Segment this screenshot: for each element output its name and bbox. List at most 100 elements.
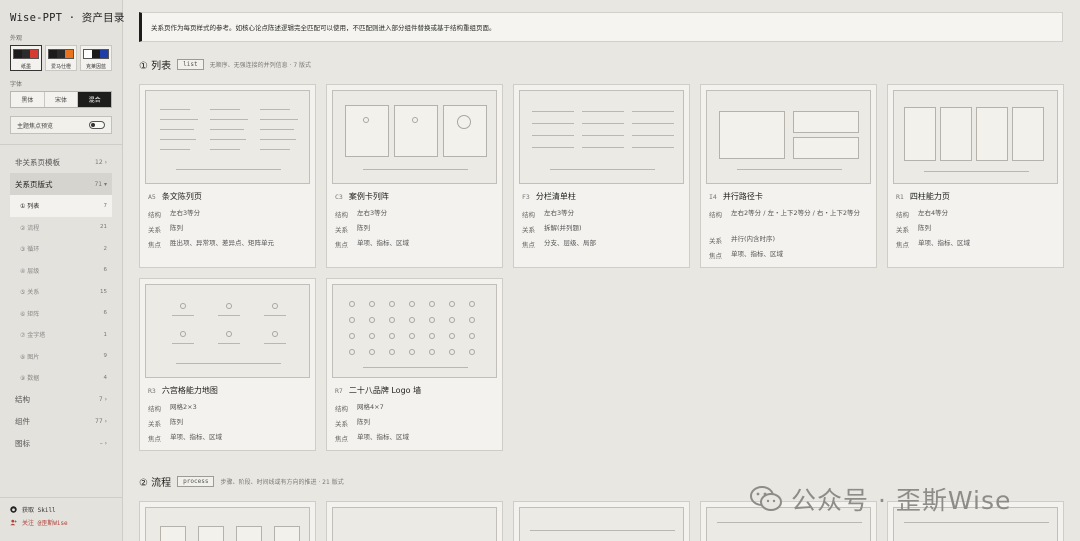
nav-item-structure[interactable]: 结构 7 › bbox=[10, 389, 112, 411]
layout-card-process-2[interactable] bbox=[326, 501, 503, 541]
skin-option-paper-ink[interactable]: 纸墨 bbox=[10, 45, 42, 71]
layout-card-c3[interactable]: C3 案例卡列阵 结构 左右3等分 关系 陈列 焦点 单项、指标、区域 bbox=[326, 84, 503, 268]
layout-card-process-1[interactable] bbox=[139, 501, 316, 541]
layout-card-process-3[interactable] bbox=[513, 501, 690, 541]
sidebar-nav: 非关系页模板 12 › 关系页版式 71 ▾ ① 列表 7 ② 流程 21 ③ 循环… bbox=[10, 151, 112, 455]
card-meta-structure: 结构 左右2等分 / 左・上下2等分 / 右・上下2等分 bbox=[709, 209, 861, 219]
sub-item-list[interactable]: ① 列表 7 bbox=[10, 195, 112, 217]
app-title: Wise-PPT · 资产目录 bbox=[10, 12, 125, 24]
sub-count: 2 bbox=[103, 245, 108, 252]
card-code: C3 bbox=[335, 193, 343, 201]
sub-item-process[interactable]: ② 流程 21 bbox=[10, 217, 112, 239]
card-thumbnail bbox=[893, 90, 1058, 184]
skin-name: 爱马仕橙 bbox=[50, 64, 71, 70]
focus-preview-label: 主题焦点预览 bbox=[17, 122, 54, 130]
skin-swatches bbox=[48, 49, 74, 59]
layout-card-f3[interactable]: F3 分栏清单柱 结构 左右3等分 关系 拆解(并列题) 焦点 分支、层级、局部 bbox=[513, 84, 690, 268]
card-code: I4 bbox=[709, 193, 717, 201]
sub-item-pyramid[interactable]: ⑦ 金字塔 1 bbox=[10, 324, 112, 346]
nav-item-relation-layouts[interactable]: 关系页版式 71 ▾ bbox=[10, 173, 112, 195]
card-thumbnail bbox=[145, 90, 310, 184]
sub-label: ⑧ 图片 bbox=[20, 353, 40, 361]
sub-count: 15 bbox=[100, 288, 107, 295]
sub-item-picture[interactable]: ⑧ 图片 9 bbox=[10, 346, 112, 368]
card-thumbnail bbox=[332, 284, 497, 378]
font-section-label: 字体 bbox=[10, 81, 23, 88]
card-meta-relation: 关系 陈列 bbox=[335, 418, 370, 428]
font-option-song[interactable]: 宋体 bbox=[44, 92, 79, 107]
card-thumbnail bbox=[706, 90, 871, 184]
section-title: ② 流程 bbox=[139, 478, 172, 489]
sub-count: 4 bbox=[103, 374, 108, 381]
skin-swatches bbox=[83, 49, 109, 59]
skin-name: 纸墨 bbox=[20, 64, 31, 70]
user-plus-icon bbox=[10, 519, 17, 526]
wechat-icon bbox=[750, 486, 782, 511]
skin-name: 克莱因蓝 bbox=[85, 64, 106, 70]
card-name: 六宫格能力地图 bbox=[161, 386, 218, 395]
card-meta-focus: 焦点 分支、层级、局部 bbox=[522, 239, 596, 249]
section-desc: 步骤、阶段、时间线或有方向的推进 · 21 版式 bbox=[220, 479, 344, 486]
card-name: 并行路径卡 bbox=[722, 192, 763, 201]
focus-preview-row[interactable]: 主题焦点预览 bbox=[10, 116, 112, 134]
main-content: 关系页作为每页样式的参考。如核心论点陈述逻辑完全匹配可以使用，不匹配则进入部分组… bbox=[124, 0, 1080, 541]
card-title: R7 二十八品牌 Logo 墙 bbox=[335, 385, 421, 396]
watermark-text: 公众号 · 歪斯Wise bbox=[791, 486, 1012, 515]
layout-card-a5[interactable]: A5 条文陈列页 结构 左右3等分 关系 陈列 焦点 胜出项、异常项、差异点、矩阵单元 bbox=[139, 84, 316, 268]
card-name: 四柱能力页 bbox=[909, 192, 950, 201]
section-process-header: ② 流程 process 步骤、阶段、时间线或有方向的推进 · 21 版式 bbox=[139, 474, 344, 489]
sub-label: ③ 循环 bbox=[20, 246, 40, 254]
layout-card-r1[interactable]: R1 四柱能力页 结构 左右4等分 关系 陈列 焦点 单项、指标、区域 bbox=[887, 84, 1064, 268]
card-meta-relation: 关系 陈列 bbox=[148, 224, 183, 234]
card-meta-focus: 焦点 单项、指标、区域 bbox=[335, 239, 409, 249]
github-icon bbox=[10, 506, 17, 513]
font-option-hei[interactable]: 黑体 bbox=[11, 92, 45, 107]
sidebar: Wise-PPT · 资产目录 外观 纸墨 爱马仕橙 克莱因蓝 字体 黑体 宋体… bbox=[0, 0, 125, 541]
sub-label: ④ 层级 bbox=[20, 267, 40, 275]
card-thumbnail bbox=[145, 507, 310, 541]
card-code: R7 bbox=[335, 387, 343, 395]
sub-item-matrix[interactable]: ⑥ 矩阵 6 bbox=[10, 303, 112, 325]
focus-preview-toggle[interactable] bbox=[89, 121, 105, 129]
follow-link[interactable]: 关注 @歪斯Wise bbox=[10, 516, 113, 529]
sidebar-divider bbox=[0, 144, 122, 145]
skin-option-klein-blue[interactable]: 克莱因蓝 bbox=[80, 45, 112, 71]
sub-item-hierarchy[interactable]: ④ 层级 6 bbox=[10, 260, 112, 282]
section-title: ① 列表 bbox=[139, 61, 172, 72]
nav-item-non-relation-templates[interactable]: 非关系页模板 12 › bbox=[10, 151, 112, 173]
sub-item-cycle[interactable]: ③ 循环 2 bbox=[10, 238, 112, 260]
sub-label: ⑦ 金字塔 bbox=[20, 332, 46, 340]
layout-card-r3[interactable]: R3 六宫格能力地图 结构 网格2×3 关系 陈列 焦点 单项、指标、区域 bbox=[139, 278, 316, 451]
sub-item-data[interactable]: ⑨ 数据 4 bbox=[10, 367, 112, 389]
nav-label: 结构 bbox=[15, 395, 30, 404]
card-title: R1 四柱能力页 bbox=[896, 191, 950, 202]
card-meta-structure: 结构 左右4等分 bbox=[896, 209, 949, 219]
nav-item-components[interactable]: 组件 77 › bbox=[10, 411, 112, 433]
nav-item-icons[interactable]: 图标 – › bbox=[10, 433, 112, 455]
card-meta-structure: 结构 左右3等分 bbox=[335, 209, 388, 219]
section-desc: 无顺序、无强连接的并列信息 · 7 版式 bbox=[209, 62, 312, 69]
nav-label: 组件 bbox=[15, 417, 30, 426]
card-meta-structure: 结构 网格2×3 bbox=[148, 403, 197, 413]
get-skill-link[interactable]: 获取 Skill bbox=[10, 503, 113, 516]
card-thumbnail bbox=[519, 507, 684, 541]
layout-card-r7[interactable]: R7 二十八品牌 Logo 墙 结构 网格4×7 关系 陈列 焦点 单项、指标、区域 bbox=[326, 278, 503, 451]
sub-item-relation[interactable]: ⑤ 关系 15 bbox=[10, 281, 112, 303]
sub-count: 7 bbox=[103, 202, 108, 209]
layout-card-i4[interactable]: I4 并行路径卡 结构 左右2等分 / 左・上下2等分 / 右・上下2等分 关系并… bbox=[700, 84, 877, 268]
sub-label: ⑥ 矩阵 bbox=[20, 310, 40, 318]
font-option-mixed[interactable]: 混合 bbox=[78, 92, 112, 107]
skin-option-hermes-orange[interactable]: 爱马仕橙 bbox=[45, 45, 77, 71]
toggle-knob bbox=[91, 123, 95, 127]
sub-label: ① 列表 bbox=[20, 203, 40, 211]
nav-label: 关系页版式 bbox=[15, 179, 53, 189]
card-code: F3 bbox=[522, 193, 530, 201]
sub-label: ⑤ 关系 bbox=[20, 289, 40, 297]
sub-count: 21 bbox=[100, 224, 107, 231]
section-list-header: ① 列表 list 无顺序、无强连接的并列信息 · 7 版式 bbox=[139, 57, 311, 72]
card-thumbnail bbox=[332, 507, 497, 541]
sub-count: 6 bbox=[103, 267, 108, 274]
card-meta-structure: 结构 网格4×7 bbox=[335, 403, 384, 413]
skin-picker: 纸墨 爱马仕橙 克莱因蓝 bbox=[10, 45, 112, 71]
follow-label: 关注 @歪斯Wise bbox=[22, 520, 68, 527]
